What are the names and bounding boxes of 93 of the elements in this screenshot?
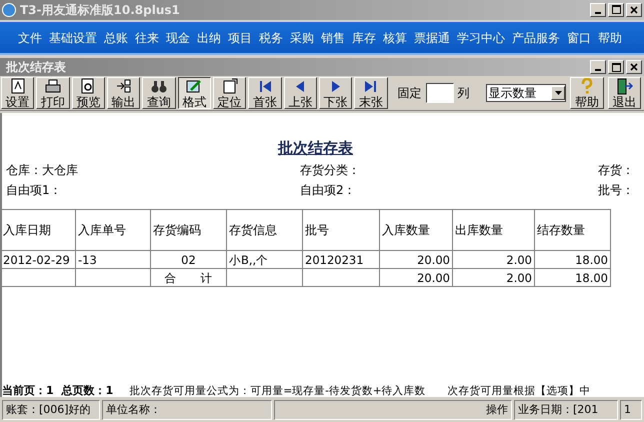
menu-item[interactable]: 库存 [352, 28, 376, 47]
menu-item[interactable]: 窗口 [567, 28, 591, 47]
toolbar-button[interactable]: 首张 [248, 77, 282, 110]
column-header: 入库日期 [2, 210, 76, 252]
menu-item[interactable]: 票据通 [414, 28, 450, 47]
menu-item[interactable]: 产品服务 [512, 28, 560, 47]
minimize-button[interactable] [590, 2, 606, 17]
toolbar-button[interactable]: 设置 [1, 77, 34, 110]
display-dropdown[interactable]: 显示数量 [486, 84, 566, 102]
status-field: 账套：[006]好的 [2, 400, 100, 420]
table-cell: 小B,,个 [227, 251, 303, 270]
table-cell: 2012-02-29 [2, 251, 76, 270]
minimize-button[interactable] [590, 60, 606, 74]
formula-note: 次存货可用量根据【选项】中 [448, 384, 591, 398]
filter-label: 仓库：大仓库 [6, 162, 78, 180]
table-cell: 合 计 [151, 269, 227, 288]
table-cell: 20120231 [303, 251, 380, 270]
table-cell: 18.00 [535, 269, 611, 288]
close-button[interactable] [626, 2, 642, 17]
toolbar-button[interactable]: 查询 [142, 77, 176, 110]
fix-label: 固定 [398, 85, 422, 102]
document-icon [220, 78, 239, 96]
menu-item[interactable]: 税务 [259, 28, 283, 47]
toolbar-button[interactable]: 格式 [178, 77, 211, 110]
binoculars-icon [150, 78, 168, 96]
maximize-button[interactable] [608, 60, 624, 74]
exit-icon [615, 78, 634, 96]
maximize-icon [612, 62, 620, 72]
toolbar-button[interactable]: 上张 [284, 77, 317, 110]
table-cell: 2.00 [453, 269, 535, 288]
maximize-icon [612, 5, 620, 14]
toolbar-button[interactable]: 输出 [106, 77, 140, 110]
page-info: 总页数：1 [62, 383, 114, 398]
toolbar-button[interactable]: 预览 [72, 77, 105, 110]
menu-item[interactable]: 销售 [321, 28, 345, 47]
column-count-field[interactable] [426, 83, 454, 104]
report-title: 批次结存表 [278, 138, 353, 160]
page-info: 当前页：1 [2, 383, 54, 398]
table-cell: 18.00 [535, 251, 611, 270]
filter-label: 自由项1： [6, 182, 62, 200]
table-cell: 02 [151, 251, 227, 270]
document-icon [8, 78, 27, 96]
formula-note: 批次存货可用量公式为：可用量=现存量-待发货数+待入库数 [129, 384, 426, 398]
dropdown-arrow-icon [554, 91, 562, 96]
window-title: T3-用友通标准版10.8plus1 [20, 2, 180, 19]
menu-item[interactable]: 核算 [383, 28, 407, 47]
table-cell: 20.00 [380, 269, 453, 288]
column-header: 结存数量 [535, 210, 611, 252]
column-header: 入库数量 [380, 210, 453, 252]
pencil-icon [185, 78, 204, 96]
close-button[interactable] [626, 60, 642, 74]
column-unit-label: 列 [458, 85, 470, 102]
close-icon [630, 63, 638, 72]
minimize-icon [595, 12, 601, 14]
menu-item[interactable]: 项目 [228, 28, 252, 47]
table-cell: -13 [76, 251, 151, 270]
menu-item[interactable]: 往来 [135, 28, 159, 47]
filter-label: 存货分类： [300, 162, 360, 180]
status-field: 业务日期：[201 [514, 400, 618, 420]
app-logo-icon [2, 2, 16, 17]
column-header: 存货信息 [227, 210, 303, 252]
export-icon [114, 78, 133, 96]
minimize-icon [595, 69, 601, 72]
toolbar-button[interactable]: 末张 [354, 77, 388, 110]
toolbar-button[interactable]: 帮助 [570, 77, 604, 110]
column-header: 出库数量 [453, 210, 535, 252]
column-header: 存货编码 [151, 210, 227, 252]
status-field: 操作 [274, 400, 512, 420]
menu-item[interactable]: 总账 [104, 28, 128, 47]
menu-item[interactable]: 文件 [18, 28, 42, 47]
close-icon [630, 6, 638, 14]
maximize-button[interactable] [608, 2, 624, 17]
table-cell: 20.00 [380, 251, 453, 270]
filter-label: 批号： [598, 182, 634, 200]
toolbar-button[interactable]: 定位 [212, 77, 246, 110]
toolbar-button[interactable]: 下张 [318, 77, 352, 110]
printer-icon [44, 78, 62, 96]
toolbar-button[interactable]: 打印 [36, 77, 70, 110]
filter-label: 自由项2： [300, 182, 356, 200]
menu-item[interactable]: 采购 [290, 28, 314, 47]
filter-label: 存货： [598, 162, 634, 180]
status-field: 1 [620, 400, 642, 420]
status-field: 单位名称： [102, 400, 272, 420]
menu-item[interactable]: 学习中心 [457, 28, 505, 47]
toolbar-button[interactable]: 退出 [608, 77, 642, 110]
column-header: 批号 [303, 210, 380, 252]
menu-item[interactable]: 现金 [166, 28, 190, 47]
child-window-title: 批次结存表 [4, 59, 66, 76]
menu-item[interactable]: 帮助 [598, 28, 622, 47]
menu-item[interactable]: 出纳 [197, 28, 221, 47]
column-header: 入库单号 [76, 210, 151, 252]
table-cell: 2.00 [453, 251, 535, 270]
menu-item[interactable]: 基础设置 [49, 28, 97, 47]
